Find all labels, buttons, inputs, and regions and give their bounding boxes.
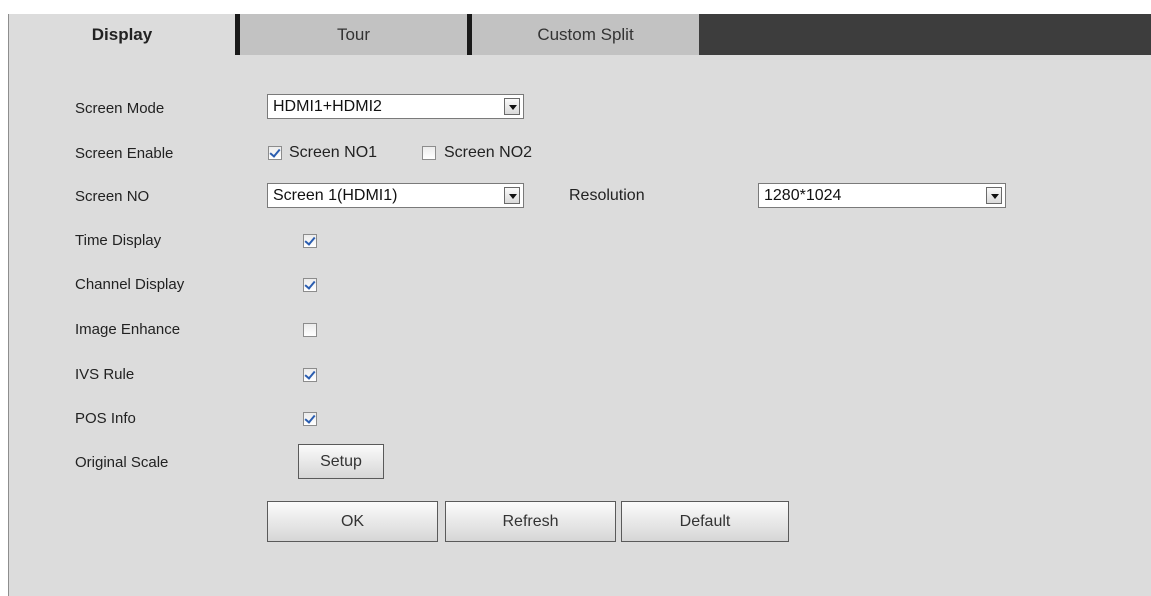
screen-no2-checkbox[interactable] (422, 146, 436, 160)
screen-no2-label: Screen NO2 (444, 144, 533, 161)
tab-display[interactable]: Display (9, 14, 235, 55)
resolution-select[interactable]: 1280*1024 (758, 183, 1006, 208)
screen-no1-label: Screen NO1 (289, 144, 378, 161)
ok-button[interactable]: OK (267, 501, 438, 542)
default-button[interactable]: Default (621, 501, 789, 542)
ivs-rule-checkbox[interactable] (303, 368, 317, 382)
original-scale-label: Original Scale (75, 454, 169, 471)
channel-display-label: Channel Display (75, 276, 185, 293)
tab-bar: Display Tour Custom Split (9, 14, 1151, 55)
screen-mode-value: HDMI1+HDMI2 (273, 97, 382, 115)
screen-no-label: Screen NO (75, 188, 150, 205)
image-enhance-checkbox[interactable] (303, 323, 317, 337)
time-display-label: Time Display (75, 232, 162, 249)
screen-no-select[interactable]: Screen 1(HDMI1) (267, 183, 524, 208)
pos-info-checkbox[interactable] (303, 412, 317, 426)
screen-no1-checkbox[interactable] (268, 146, 282, 160)
chevron-down-icon[interactable] (986, 187, 1002, 204)
chevron-down-icon[interactable] (504, 98, 520, 115)
resolution-label: Resolution (569, 187, 645, 204)
chevron-down-icon[interactable] (504, 187, 520, 204)
screen-mode-select[interactable]: HDMI1+HDMI2 (267, 94, 524, 119)
refresh-button[interactable]: Refresh (445, 501, 616, 542)
screen-no-value: Screen 1(HDMI1) (273, 186, 398, 204)
display-settings-panel: Display Tour Custom Split Screen Mode HD… (8, 14, 1151, 596)
screen-enable-label: Screen Enable (75, 145, 174, 162)
channel-display-checkbox[interactable] (303, 278, 317, 292)
time-display-checkbox[interactable] (303, 234, 317, 248)
pos-info-label: POS Info (75, 410, 136, 427)
tab-custom-split[interactable]: Custom Split (467, 14, 699, 55)
screen-mode-label: Screen Mode (75, 100, 165, 117)
image-enhance-label: Image Enhance (75, 321, 181, 338)
setup-button[interactable]: Setup (298, 444, 384, 479)
resolution-value: 1280*1024 (764, 186, 842, 204)
tab-tour[interactable]: Tour (235, 14, 467, 55)
ivs-rule-label: IVS Rule (75, 366, 135, 383)
